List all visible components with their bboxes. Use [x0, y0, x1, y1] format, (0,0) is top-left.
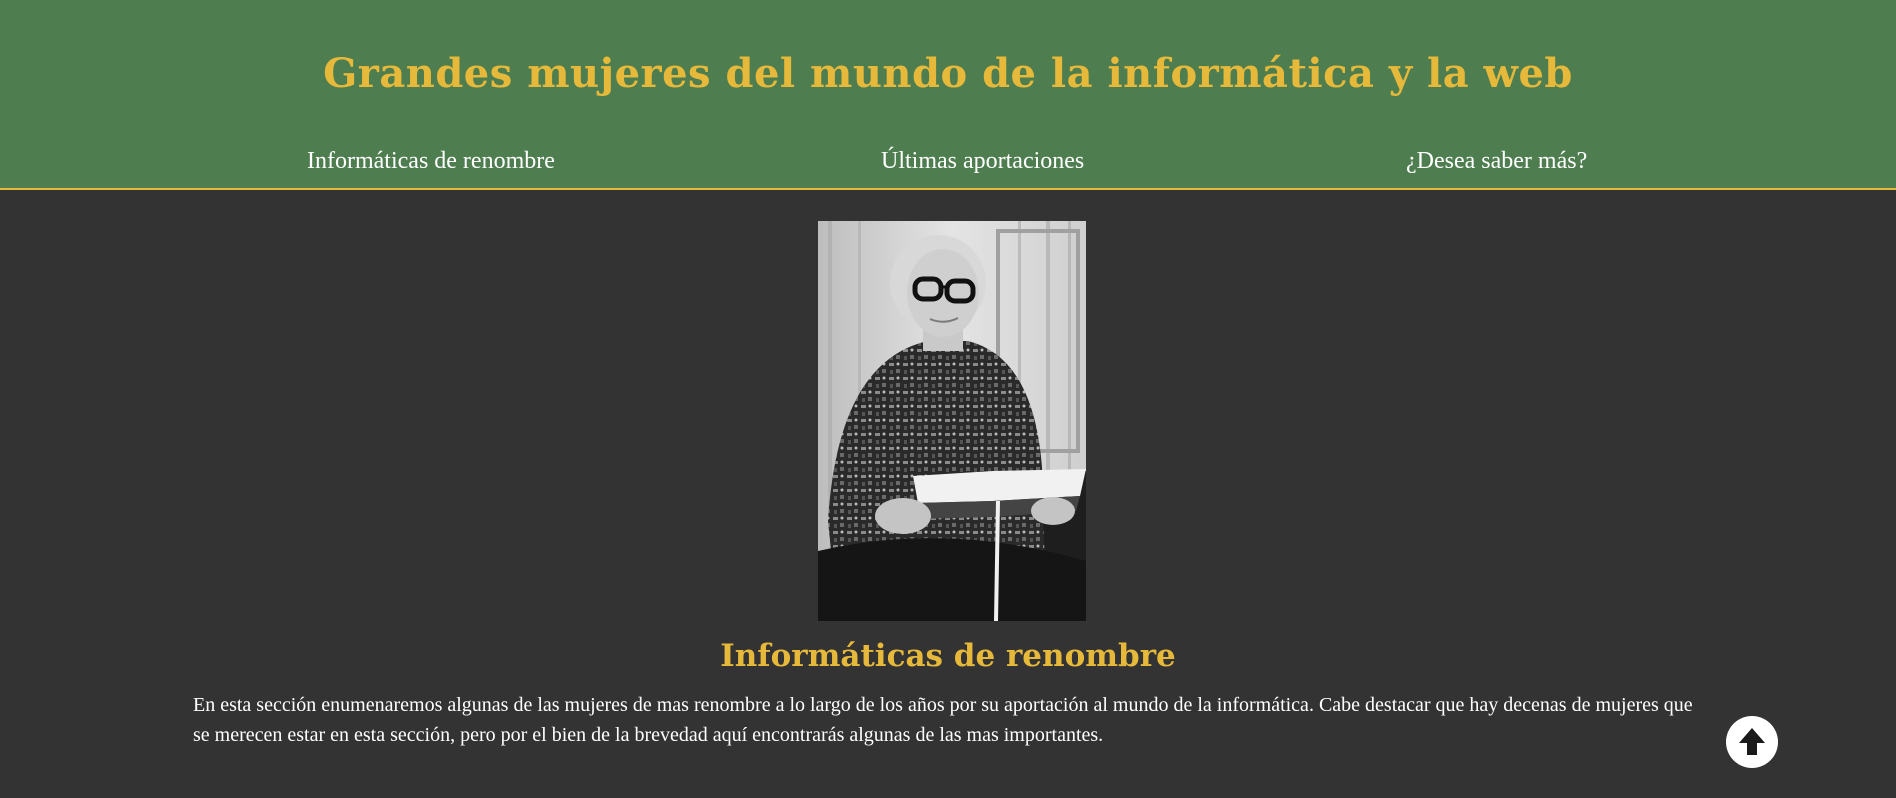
section-paragraph: En esta sección enumenaremos algunas de … [193, 694, 1693, 746]
arrow-up-icon [1739, 728, 1765, 755]
portrait-photo [818, 221, 1086, 621]
nav-link-informaticas[interactable]: Informáticas de renombre [307, 148, 555, 175]
section-heading: Informáticas de renombre [720, 638, 1176, 674]
nav-link-saber-mas[interactable]: ¿Desea saber más? [1406, 148, 1587, 175]
back-to-top-button[interactable] [1726, 716, 1778, 768]
site-title: Grandes mujeres del mundo de la informát… [323, 50, 1573, 97]
portrait-image [818, 221, 1086, 621]
nav-link-ultimas-aportaciones[interactable]: Últimas aportaciones [881, 148, 1084, 175]
site-header: Grandes mujeres del mundo de la informát… [0, 0, 1896, 190]
